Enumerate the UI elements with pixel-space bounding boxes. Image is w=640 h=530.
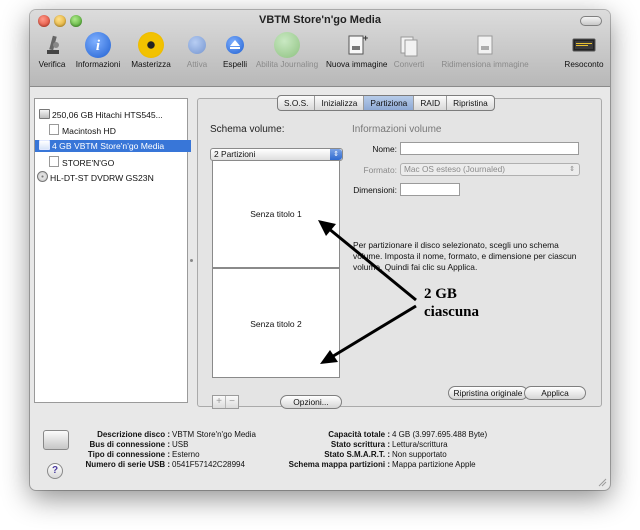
annotation-arrow-up — [327, 226, 417, 302]
annotation-line-1: 2 GB — [424, 286, 457, 302]
annotation-arrow-down — [329, 304, 417, 360]
annotation-arrows — [318, 220, 417, 364]
arrowhead-icon — [320, 350, 338, 364]
annotation-line-2: ciascuna — [424, 304, 480, 320]
